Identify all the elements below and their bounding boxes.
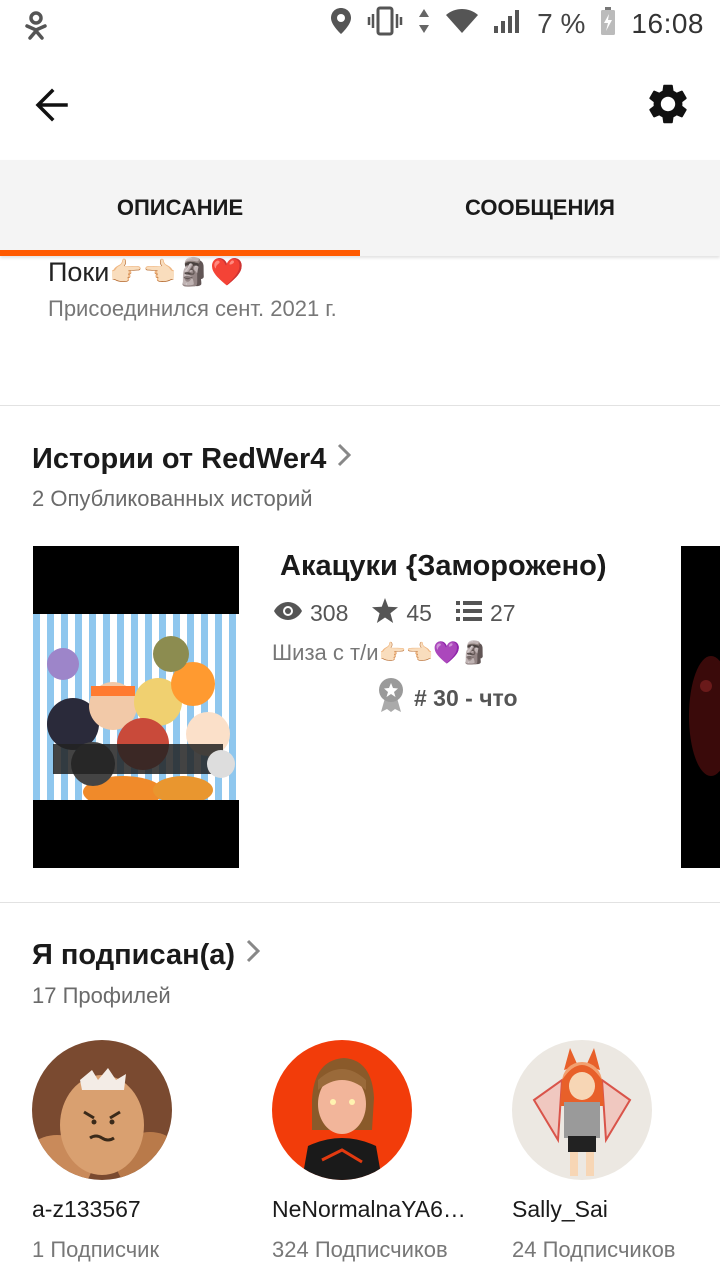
following-list: a-z133567 1 Подписчик NeNormalnaYA6… 324…: [0, 1040, 720, 1280]
vibrate-icon: [367, 6, 403, 41]
stories-section-title: Истории от RedWer4: [32, 442, 327, 475]
avatar: [512, 1040, 652, 1180]
ribbon-badge-icon: [378, 678, 404, 718]
data-arrows-icon: [417, 6, 431, 41]
avatar: [272, 1040, 412, 1180]
section-divider: [0, 405, 720, 406]
status-bar: 7 % 16:08: [0, 0, 720, 50]
back-arrow-icon[interactable]: [30, 82, 80, 128]
story-title[interactable]: Акацуки {Заморожено): [280, 550, 607, 583]
chevron-right-icon: [245, 938, 261, 972]
story-cover-art: [33, 614, 239, 800]
profile-joined-date: Присоединился сент. 2021 г.: [48, 296, 337, 321]
following-section-link[interactable]: Я подписан(а): [32, 938, 261, 972]
list-icon: [455, 600, 482, 628]
tab-bar: ОПИСАНИЕ СООБЩЕНИЯ: [0, 160, 720, 256]
story-cover-image[interactable]: [33, 546, 239, 868]
profile-name: a-z133567: [32, 1196, 141, 1222]
signal-icon: [493, 8, 523, 39]
wifi-icon: [445, 8, 479, 39]
profile-card[interactable]: Sally_Sai 24 Подписчиков: [512, 1040, 720, 1263]
story-description: Шиза с т/и👉🏻👈🏻💜🗿: [272, 640, 489, 665]
story-rank-text: # 30 - что: [414, 684, 518, 711]
app-bar: [0, 50, 720, 160]
profile-name: NeNormalnaYA6…: [272, 1196, 466, 1222]
profile-card[interactable]: a-z133567 1 Подписчик: [32, 1040, 252, 1263]
following-section-title: Я подписан(а): [32, 938, 236, 971]
profile-followers: 1 Подписчик: [32, 1237, 160, 1262]
profile-followers: 24 Подписчиков: [512, 1237, 676, 1262]
star-icon: [372, 598, 399, 629]
battery-percent: 7 %: [537, 7, 586, 39]
story-votes: 45: [406, 600, 432, 626]
eye-icon: [274, 600, 302, 627]
status-time: 16:08: [631, 7, 704, 39]
avatar: [32, 1040, 172, 1180]
ok-logo-icon: [22, 10, 50, 45]
following-count: 17 Профилей: [32, 983, 171, 1008]
profile-card[interactable]: NeNormalnaYA6… 324 Подписчиков: [272, 1040, 492, 1263]
next-story-cover[interactable]: [681, 546, 720, 868]
story-parts: 27: [489, 600, 516, 626]
tab-messages[interactable]: СООБЩЕНИЯ: [360, 160, 720, 256]
gear-icon[interactable]: [644, 80, 694, 130]
profile-followers: 324 Подписчиков: [272, 1237, 448, 1262]
stories-section-link[interactable]: Истории от RedWer4: [32, 442, 352, 476]
profile-description: Поки👉🏻👈🏻🗿❤️: [48, 257, 244, 287]
story-rank: # 30 - что: [378, 678, 518, 718]
profile-name: Sally_Sai: [512, 1196, 608, 1222]
story-stats: 308 45 27: [274, 598, 530, 629]
story-views: 308: [310, 600, 349, 626]
tab-description[interactable]: ОПИСАНИЕ: [0, 160, 360, 256]
location-icon: [329, 6, 353, 41]
section-divider: [0, 902, 720, 903]
chevron-right-icon: [336, 442, 352, 476]
battery-icon: [599, 6, 617, 41]
stories-count: 2 Опубликованных историй: [32, 486, 313, 511]
